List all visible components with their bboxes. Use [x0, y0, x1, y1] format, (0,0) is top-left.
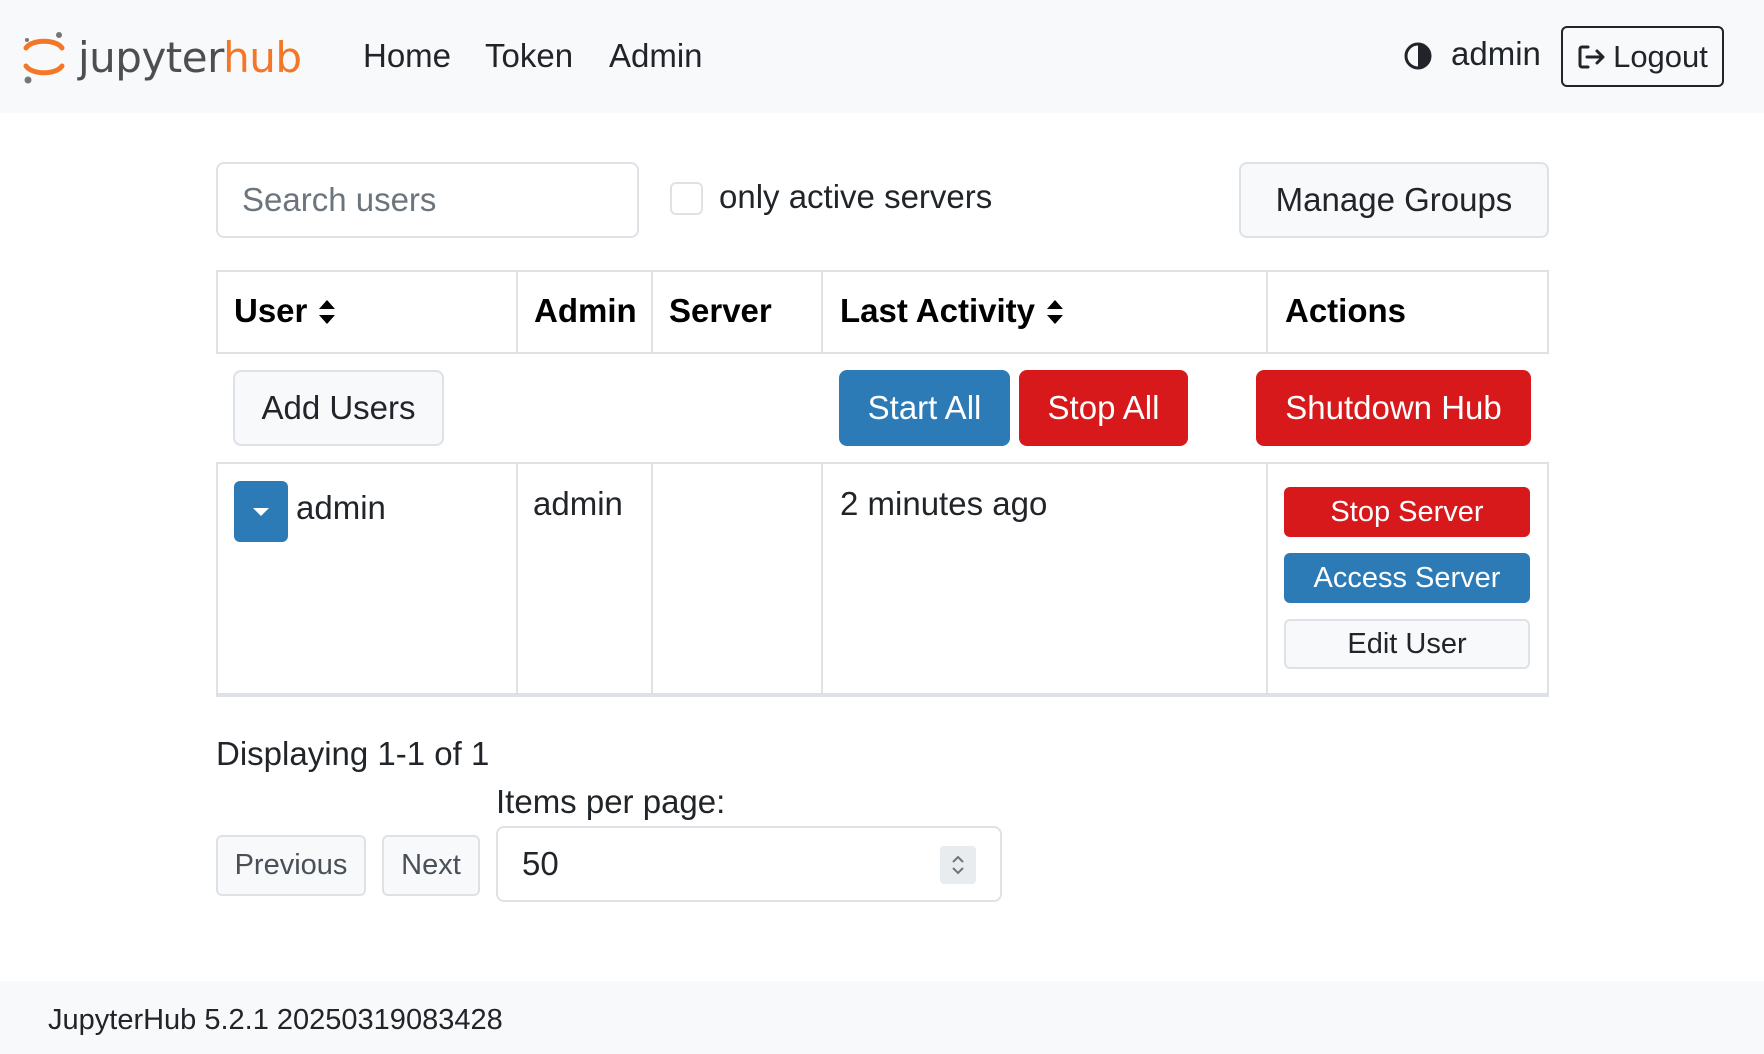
shutdown-hub-button[interactable]: Shutdown Hub [1256, 370, 1531, 446]
sort-icon[interactable] [1045, 296, 1065, 326]
start-all-button[interactable]: Start All [839, 370, 1010, 446]
header-user-label: User [234, 292, 308, 329]
footer: JupyterHub 5.2.1 20250319083428 [0, 981, 1764, 1054]
header-actions-label: Actions [1285, 292, 1407, 329]
items-per-page-label: Items per page: [496, 783, 726, 820]
nav-link-token[interactable]: Token [485, 34, 573, 78]
logout-label: Logout [1613, 38, 1708, 74]
nav-username: admin [1451, 35, 1541, 72]
brand-name: jupyterhub [78, 33, 302, 82]
logout-button[interactable]: Logout [1561, 26, 1724, 87]
stop-server-button[interactable]: Stop Server [1284, 487, 1530, 537]
user-name[interactable]: admin [296, 486, 386, 530]
displaying-count: Displaying 1-1 of 1 [216, 735, 490, 772]
sort-icon[interactable] [317, 296, 337, 326]
previous-page-button[interactable]: Previous [216, 835, 366, 896]
header-actions: Actions [1285, 289, 1406, 333]
stop-all-button[interactable]: Stop All [1019, 370, 1188, 446]
only-active-servers-label: only active servers [719, 178, 993, 215]
expand-row-button[interactable] [234, 481, 288, 542]
header-last-activity-label: Last Activity [840, 292, 1036, 329]
caret-down-icon [253, 507, 269, 516]
nav-link-admin[interactable]: Admin [609, 34, 703, 78]
add-users-button[interactable]: Add Users [233, 370, 444, 446]
contrast-icon[interactable] [1403, 41, 1433, 71]
jupyter-logo-icon [23, 32, 65, 84]
manage-groups-button[interactable]: Manage Groups [1239, 162, 1549, 238]
edit-user-button[interactable]: Edit User [1284, 619, 1530, 669]
access-server-button[interactable]: Access Server [1284, 553, 1530, 603]
next-page-button[interactable]: Next [382, 835, 480, 896]
search-users-input[interactable] [216, 162, 639, 238]
header-server: Server [669, 289, 772, 333]
user-last-activity: 2 minutes ago [840, 485, 1048, 522]
chevron-up-icon[interactable] [950, 853, 966, 865]
chevron-down-icon[interactable] [950, 865, 966, 877]
jupyterhub-logo[interactable]: jupyterhub [22, 28, 302, 88]
header-last-activity[interactable]: Last Activity [840, 289, 1065, 333]
navbar: jupyterhub Home Token Admin admin Logout [0, 0, 1764, 113]
number-spinner[interactable] [940, 846, 976, 884]
header-admin-label: Admin [534, 292, 637, 329]
header-admin: Admin [534, 289, 637, 333]
only-active-servers-checkbox[interactable] [670, 182, 703, 215]
nav-link-home[interactable]: Home [363, 34, 451, 78]
items-per-page-input[interactable]: 50 [496, 826, 1002, 902]
header-server-label: Server [669, 292, 772, 329]
sign-out-icon [1578, 45, 1605, 68]
items-per-page-value: 50 [522, 845, 559, 882]
header-user[interactable]: User [234, 289, 337, 333]
version-text: JupyterHub 5.2.1 20250319083428 [48, 1004, 503, 1036]
user-admin-status: admin [533, 485, 623, 522]
